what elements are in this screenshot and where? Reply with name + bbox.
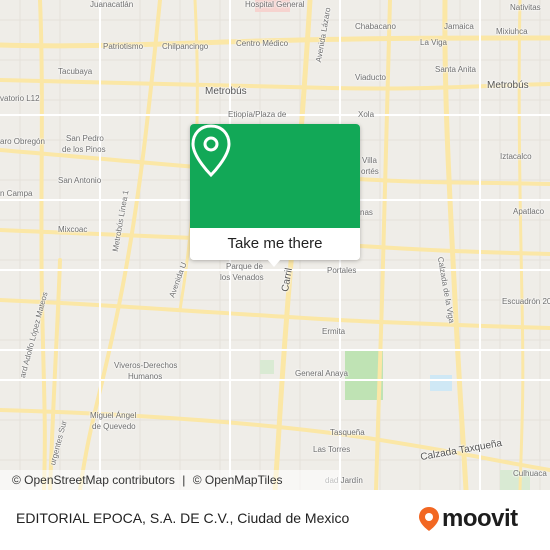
map-label: nas [360,208,373,217]
map-label: Mixcoac [58,225,88,234]
map-label: La Viga [420,38,447,47]
page: Juanacatlán Hospital General Avenida Láz… [0,0,550,550]
moovit-brand[interactable]: moovit [418,504,518,534]
map-label: Tacubaya [58,67,93,76]
map-label: Mixiuhca [496,27,528,36]
map-label: ortés [361,167,379,176]
map-label: Metrobús [205,86,247,97]
map-label: Miguel Ángel [90,411,137,420]
map-label: Viaducto [355,73,386,82]
popup-header [190,124,360,228]
map-label: de los Pinos [62,145,106,154]
map-label: aro Obregón [0,137,45,146]
map-label: Etiopía/Plaza de [228,110,287,119]
map-label: Portales [327,266,357,275]
map-label: Escuadrón 201 [502,297,550,306]
map-label: Villa [362,156,377,165]
map-label: Iztacalco [500,152,532,161]
map-label: Xola [358,110,375,119]
map[interactable]: Juanacatlán Hospital General Avenida Láz… [0,0,550,490]
osm-attribution-link[interactable]: © OpenStreetMap contributors [12,473,175,487]
map-label: Tasqueña [330,428,365,437]
map-label: San Pedro [66,134,104,143]
map-label: Parque de [226,262,263,271]
map-label: San Antonio [58,176,102,185]
map-label: los Venados [220,273,264,282]
map-label: n Campa [0,189,33,198]
map-label: Jamaica [444,22,474,31]
brand-name: moovit [442,505,518,532]
map-label: Culhuaca [513,469,547,478]
map-label: Ermita [322,327,346,336]
map-label: Nativitas [510,3,541,12]
map-label: Santa Anita [435,65,476,74]
map-label: Chilpancingo [162,42,209,51]
map-label: Patriotismo [103,42,144,51]
map-label: Apatlaco [513,207,545,216]
map-attribution: © OpenStreetMap contributors | © OpenMap… [0,470,340,490]
map-label: Metrobús [487,80,529,91]
map-label: Hospital General [245,0,305,9]
location-title: EDITORIAL EPOCA, S.A. DE C.V., Ciudad de… [16,510,350,526]
map-label: vatorio L12 [0,94,40,103]
location-pin-icon [191,124,231,178]
map-label: Humanos [128,372,163,381]
popup-tail [267,259,281,267]
moovit-logo-icon [419,507,439,531]
map-label: Viveros-Derechos [114,361,178,370]
map-label: Chabacano [355,22,396,31]
map-label: Centro Médico [236,39,289,48]
map-label: General Anaya [295,369,348,378]
map-label: Juanacatlán [90,0,134,9]
map-label: de Quevedo [92,422,136,431]
attribution-separator: | [182,473,186,487]
footer: EDITORIAL EPOCA, S.A. DE C.V., Ciudad de… [0,490,550,550]
map-label: Las Torres [313,445,351,454]
take-me-there-button[interactable]: Take me there [190,228,360,260]
openmaptiles-attribution-link[interactable]: © OpenMapTiles [193,473,283,487]
location-popup[interactable]: Take me there [190,124,360,260]
